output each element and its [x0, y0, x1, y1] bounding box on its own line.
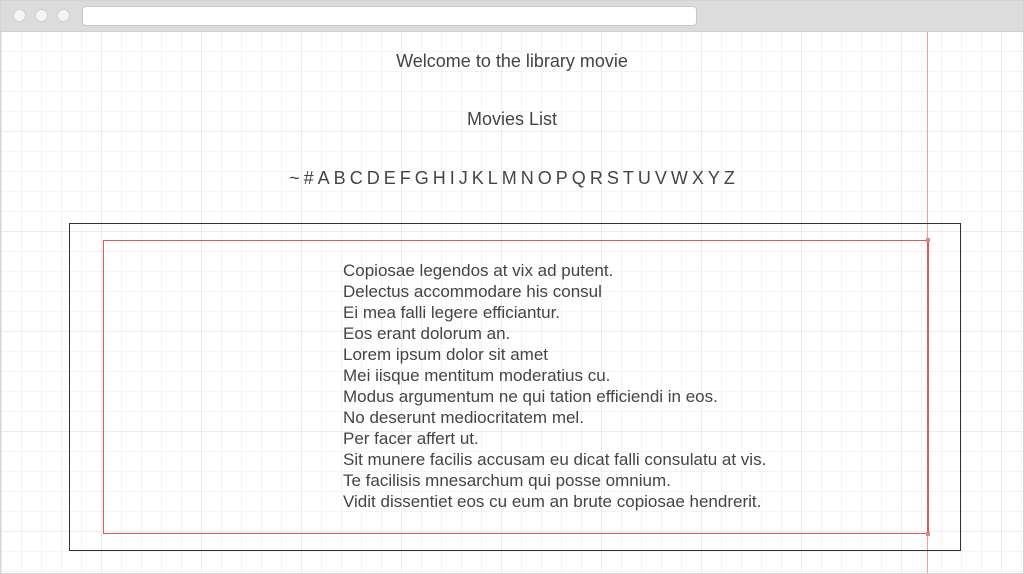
- movies-list-title: Movies List: [466, 109, 558, 129]
- alpha-link[interactable]: B: [334, 168, 346, 189]
- welcome-heading: Welcome to the library movie: [396, 51, 628, 71]
- window-maximize-button[interactable]: [57, 9, 70, 22]
- movie-list-item[interactable]: Delectus accommodare his consul: [343, 281, 766, 302]
- alpha-link[interactable]: J: [459, 168, 468, 189]
- alpha-link[interactable]: ~: [289, 168, 300, 189]
- alpha-link[interactable]: F: [400, 168, 411, 189]
- movie-list-item[interactable]: Vidit dissentiet eos cu eum an brute cop…: [343, 491, 766, 512]
- alpha-link[interactable]: W: [671, 168, 688, 189]
- alpha-link[interactable]: M: [502, 168, 517, 189]
- movie-list-item[interactable]: Modus argumentum ne qui tation efficiend…: [343, 386, 766, 407]
- alpha-link[interactable]: K: [472, 168, 484, 189]
- alpha-link[interactable]: Y: [708, 168, 720, 189]
- movie-list-item[interactable]: Sit munere facilis accusam eu dicat fall…: [343, 449, 766, 470]
- alpha-link[interactable]: X: [692, 168, 704, 189]
- alpha-link[interactable]: E: [384, 168, 396, 189]
- movie-list-item[interactable]: No deserunt mediocritatem mel.: [343, 407, 766, 428]
- movie-list-item[interactable]: Ei mea falli legere efficiantur.: [343, 302, 766, 323]
- browser-titlebar: [1, 1, 1023, 32]
- alpha-link[interactable]: I: [450, 168, 455, 189]
- alpha-link[interactable]: S: [607, 168, 619, 189]
- alpha-link[interactable]: R: [590, 168, 603, 189]
- alpha-link[interactable]: C: [350, 168, 363, 189]
- alpha-link[interactable]: Q: [572, 168, 586, 189]
- window-minimize-button[interactable]: [35, 9, 48, 22]
- alpha-link[interactable]: Z: [724, 168, 735, 189]
- selection-handle-top-right[interactable]: [926, 238, 930, 242]
- movie-list-item[interactable]: Per facer affert ut.: [343, 428, 766, 449]
- movie-list-item[interactable]: Eos erant dolorum an.: [343, 323, 766, 344]
- alpha-link[interactable]: #: [304, 168, 314, 189]
- movie-list-item[interactable]: Lorem ipsum dolor sit amet: [343, 344, 766, 365]
- alpha-link[interactable]: U: [638, 168, 651, 189]
- alpha-link[interactable]: A: [318, 168, 330, 189]
- alpha-link[interactable]: G: [415, 168, 429, 189]
- movie-list-item[interactable]: Te facilisis mnesarchum qui posse omnium…: [343, 470, 766, 491]
- movie-list-item[interactable]: Mei iisque mentitum moderatius cu.: [343, 365, 766, 386]
- selection-handle-bottom-right[interactable]: [926, 532, 930, 536]
- movie-list: Copiosae legendos at vix ad putent. Delec…: [343, 260, 766, 512]
- address-bar[interactable]: [82, 6, 697, 26]
- alphabet-filter-nav: ~ # A B C D E F G H I J K L M N O P Q R S T U V W X Y Z: [1, 168, 1023, 189]
- alpha-link[interactable]: H: [433, 168, 446, 189]
- alpha-link[interactable]: L: [488, 168, 498, 189]
- alpha-link[interactable]: V: [655, 168, 667, 189]
- window-close-button[interactable]: [13, 9, 26, 22]
- alpha-link[interactable]: O: [538, 168, 552, 189]
- browser-window: Welcome to the library movie Movies List…: [0, 0, 1024, 574]
- alpha-link[interactable]: D: [367, 168, 380, 189]
- alpha-link[interactable]: T: [623, 168, 634, 189]
- alpha-link[interactable]: P: [556, 168, 568, 189]
- alpha-link[interactable]: N: [521, 168, 534, 189]
- movie-list-item[interactable]: Copiosae legendos at vix ad putent.: [343, 260, 766, 281]
